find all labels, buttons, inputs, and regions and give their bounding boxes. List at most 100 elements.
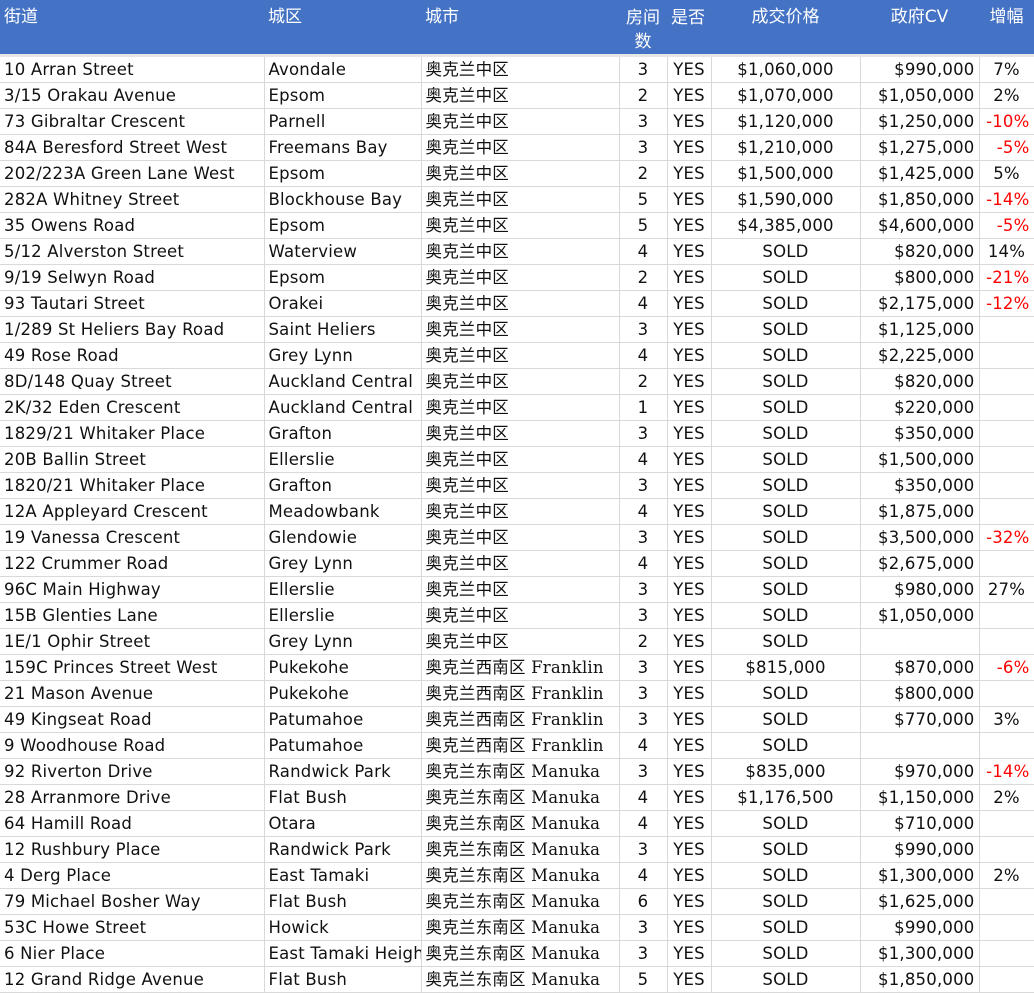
city-cell[interactable]: 奥克兰中区 [421,446,620,473]
yes-cell[interactable]: YES [667,550,712,577]
change-cell[interactable] [979,810,1034,837]
change-cell[interactable] [979,732,1034,759]
government-cv-cell[interactable]: $800,000 [860,680,980,707]
city-cell[interactable]: 奥克兰中区 [421,524,620,551]
government-cv-cell[interactable]: $2,675,000 [860,550,980,577]
suburb-cell[interactable]: East Tamaki [264,862,422,889]
change-cell[interactable] [979,316,1034,343]
change-cell[interactable]: 14% [979,238,1034,265]
rooms-cell[interactable]: 5 [619,186,668,213]
rooms-cell[interactable]: 2 [619,628,668,655]
city-cell[interactable]: 奥克兰西南区 Franklin [421,706,620,733]
sale-price-cell[interactable]: SOLD [711,914,861,941]
sale-price-cell[interactable]: $1,590,000 [711,186,861,213]
suburb-cell[interactable]: Grey Lynn [264,628,422,655]
government-cv-cell[interactable]: $870,000 [860,654,980,681]
suburb-cell[interactable]: Grafton [264,472,422,499]
yes-cell[interactable]: YES [667,498,712,525]
city-cell[interactable]: 奥克兰中区 [421,54,620,83]
sale-price-cell[interactable]: SOLD [711,290,861,317]
yes-cell[interactable]: YES [667,966,712,993]
government-cv-cell[interactable]: $990,000 [860,914,980,941]
sale-price-cell[interactable]: SOLD [711,446,861,473]
street-cell[interactable]: 19 Vanessa Crescent [0,524,265,551]
change-cell[interactable] [979,472,1034,499]
yes-cell[interactable]: YES [667,654,712,681]
rooms-cell[interactable]: 4 [619,862,668,889]
change-cell[interactable] [979,628,1034,655]
street-cell[interactable]: 202/223A Green Lane West [0,160,265,187]
yes-cell[interactable]: YES [667,680,712,707]
rooms-cell[interactable]: 3 [619,836,668,863]
sale-price-cell[interactable]: $1,120,000 [711,108,861,135]
yes-cell[interactable]: YES [667,862,712,889]
suburb-cell[interactable]: Epsom [264,264,422,291]
city-cell[interactable]: 奥克兰东南区 Manuka [421,758,620,785]
rooms-cell[interactable]: 2 [619,82,668,109]
yes-cell[interactable]: YES [667,628,712,655]
yes-cell[interactable]: YES [667,706,712,733]
suburb-cell[interactable]: Flat Bush [264,888,422,915]
rooms-cell[interactable]: 3 [619,420,668,447]
yes-cell[interactable]: YES [667,368,712,395]
yes-cell[interactable]: YES [667,836,712,863]
rooms-cell[interactable]: 4 [619,238,668,265]
suburb-cell[interactable]: Auckland Central [264,368,422,395]
change-cell[interactable]: -21% [979,264,1034,291]
yes-cell[interactable]: YES [667,134,712,161]
suburb-cell[interactable]: Epsom [264,212,422,239]
change-cell[interactable] [979,888,1034,915]
suburb-cell[interactable]: Avondale [264,54,422,83]
government-cv-cell[interactable]: $350,000 [860,420,980,447]
rooms-cell[interactable]: 2 [619,160,668,187]
change-cell[interactable] [979,498,1034,525]
street-cell[interactable]: 1829/21 Whitaker Place [0,420,265,447]
government-cv-cell[interactable]: $970,000 [860,758,980,785]
street-cell[interactable]: 159C Princes Street West [0,654,265,681]
sale-price-cell[interactable]: $4,385,000 [711,212,861,239]
header-change-percent[interactable]: 增幅 [979,0,1034,56]
rooms-cell[interactable]: 3 [619,758,668,785]
header-government-cv[interactable]: 政府CV [860,0,979,56]
city-cell[interactable]: 奥克兰东南区 Manuka [421,784,620,811]
sale-price-cell[interactable]: SOLD [711,420,861,447]
street-cell[interactable]: 3/15 Orakau Avenue [0,82,265,109]
yes-cell[interactable]: YES [667,602,712,629]
yes-cell[interactable]: YES [667,82,712,109]
header-suburb[interactable]: 城区 [264,0,421,56]
rooms-cell[interactable]: 3 [619,914,668,941]
change-cell[interactable] [979,550,1034,577]
change-cell[interactable] [979,394,1034,421]
rooms-cell[interactable]: 1 [619,394,668,421]
sale-price-cell[interactable]: SOLD [711,498,861,525]
government-cv-cell[interactable]: $1,150,000 [860,784,980,811]
change-cell[interactable]: 2% [979,784,1034,811]
sale-price-cell[interactable]: SOLD [711,472,861,499]
city-cell[interactable]: 奥克兰东南区 Manuka [421,966,620,993]
change-cell[interactable]: -6% [979,654,1034,681]
government-cv-cell[interactable]: $1,300,000 [860,940,980,967]
suburb-cell[interactable]: Waterview [264,238,422,265]
header-street[interactable]: 街道 [0,0,264,56]
government-cv-cell[interactable]: $1,425,000 [860,160,980,187]
rooms-cell[interactable]: 3 [619,706,668,733]
street-cell[interactable]: 92 Riverton Drive [0,758,265,785]
yes-cell[interactable]: YES [667,940,712,967]
change-cell[interactable] [979,446,1034,473]
sale-price-cell[interactable]: SOLD [711,940,861,967]
city-cell[interactable]: 奥克兰西南区 Franklin [421,680,620,707]
government-cv-cell[interactable]: $990,000 [860,836,980,863]
rooms-cell[interactable]: 3 [619,680,668,707]
street-cell[interactable]: 12 Grand Ridge Avenue [0,966,265,993]
change-cell[interactable]: -5% [979,212,1034,239]
city-cell[interactable]: 奥克兰中区 [421,238,620,265]
street-cell[interactable]: 12 Rushbury Place [0,836,265,863]
sale-price-cell[interactable]: $1,210,000 [711,134,861,161]
government-cv-cell[interactable]: $1,875,000 [860,498,980,525]
yes-cell[interactable]: YES [667,524,712,551]
government-cv-cell[interactable]: $1,850,000 [860,186,980,213]
city-cell[interactable]: 奥克兰东南区 Manuka [421,862,620,889]
city-cell[interactable]: 奥克兰中区 [421,108,620,135]
change-cell[interactable] [979,602,1034,629]
sale-price-cell[interactable]: SOLD [711,862,861,889]
